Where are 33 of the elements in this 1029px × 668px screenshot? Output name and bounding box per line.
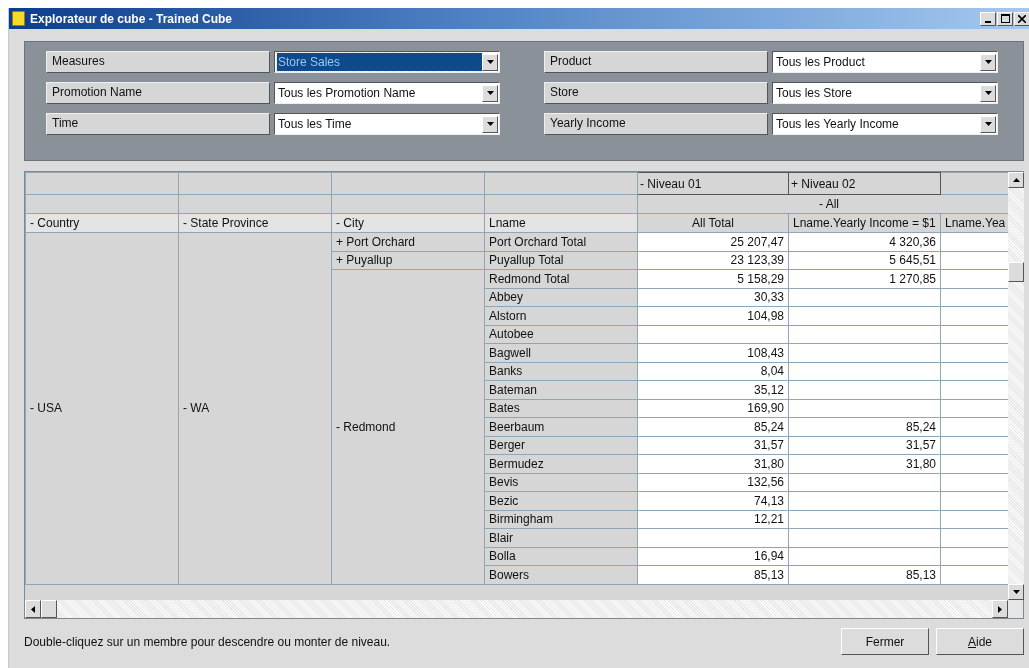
filter-label: Measures xyxy=(46,51,270,73)
close-button[interactable] xyxy=(1014,11,1029,26)
dropdown-field[interactable]: Tous les Store xyxy=(772,82,998,104)
dropdown-field[interactable]: Store Sales xyxy=(274,51,500,73)
dropdown-field[interactable]: Tous les Time xyxy=(274,113,500,135)
vertical-scrollbar[interactable] xyxy=(1008,172,1024,600)
level-header[interactable]: - Niveau 01 xyxy=(637,172,789,195)
dropdown-field[interactable]: Tous les Promotion Name xyxy=(274,82,500,104)
state-member[interactable]: - WA xyxy=(178,232,332,584)
scroll-thumb[interactable] xyxy=(1008,262,1024,282)
scroll-right-icon[interactable] xyxy=(992,600,1008,618)
scroll-up-icon[interactable] xyxy=(1008,172,1024,188)
status-text: Double-cliquez sur un membre pour descendre ou monter de niveau. xyxy=(24,634,391,649)
window-title: Explorateur de cube - Trained Cube xyxy=(30,11,234,26)
dialog-button[interactable]: Aide xyxy=(936,628,1024,655)
dropdown-field[interactable]: Tous les Product xyxy=(772,51,998,73)
scroll-left-icon[interactable] xyxy=(25,600,41,618)
minimize-button[interactable] xyxy=(980,11,996,26)
level-header[interactable]: + Niveau 02 xyxy=(788,172,941,195)
dialog-button[interactable]: Fermer xyxy=(841,628,929,655)
filter-label: Yearly Income xyxy=(544,113,768,135)
filter-label: Store xyxy=(544,82,768,104)
filter-label: Product xyxy=(544,51,768,73)
cube-icon xyxy=(12,11,25,26)
filter-label: Time xyxy=(46,113,270,135)
city-member[interactable]: - Redmond xyxy=(331,269,485,584)
scroll-thumb[interactable] xyxy=(41,600,57,618)
horizontal-scrollbar[interactable] xyxy=(25,600,1008,618)
country-member[interactable]: - USA xyxy=(25,232,179,584)
dropdown-field[interactable]: Tous les Yearly Income xyxy=(772,113,998,135)
close-icon[interactable] xyxy=(1018,14,1026,23)
scroll-down-icon[interactable] xyxy=(1008,584,1024,600)
filter-label: Promotion Name xyxy=(46,82,270,104)
